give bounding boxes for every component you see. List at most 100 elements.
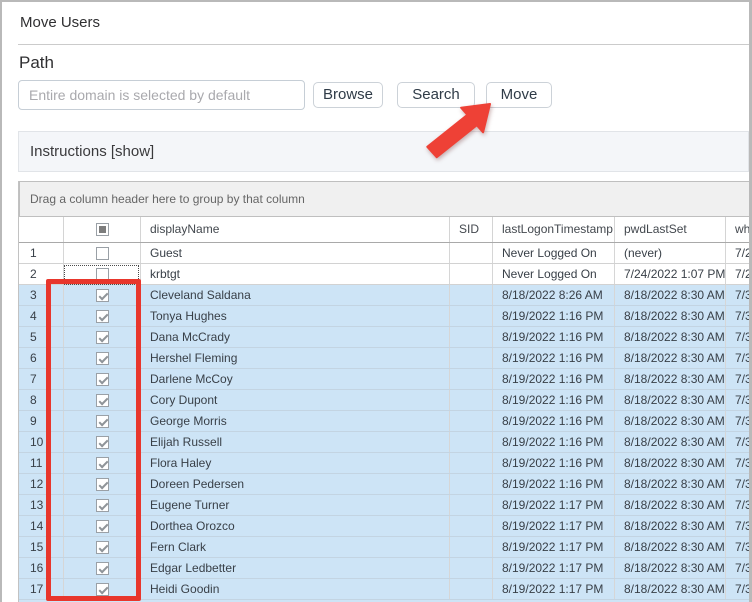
- row-checkbox[interactable]: [96, 394, 109, 407]
- cell-sid: [450, 243, 493, 263]
- row-number: 16: [19, 558, 64, 578]
- row-checkbox[interactable]: [96, 520, 109, 533]
- users-grid: Drag a column header here to group by th…: [18, 181, 752, 602]
- row-checkbox[interactable]: [96, 583, 109, 596]
- cell-lastlogon: 8/19/2022 1:17 PM: [493, 495, 615, 515]
- column-header-when[interactable]: whe: [726, 217, 752, 242]
- table-row[interactable]: 3Cleveland Saldana8/18/2022 8:26 AM8/18/…: [19, 285, 752, 306]
- cell-displayname: Heidi Goodin: [141, 579, 450, 599]
- instructions-toggle[interactable]: Instructions [show]: [18, 131, 749, 172]
- select-all-checkbox[interactable]: [96, 223, 109, 236]
- cell-lastlogon: 8/19/2022 1:17 PM: [493, 579, 615, 599]
- row-select-cell[interactable]: [64, 516, 141, 536]
- table-row[interactable]: 13Eugene Turner8/19/2022 1:17 PM8/18/202…: [19, 495, 752, 516]
- cell-lastlogon: 8/19/2022 1:16 PM: [493, 327, 615, 347]
- search-button[interactable]: Search: [397, 82, 475, 108]
- cell-lastlogon: Never Logged On: [493, 264, 615, 284]
- table-row[interactable]: 16Edgar Ledbetter8/19/2022 1:17 PM8/18/2…: [19, 558, 752, 579]
- table-row[interactable]: 8Cory Dupont8/19/2022 1:16 PM8/18/2022 8…: [19, 390, 752, 411]
- cell-pwdlastset: 8/18/2022 8:30 AM: [615, 579, 726, 599]
- table-row[interactable]: 7Darlene McCoy8/19/2022 1:16 PM8/18/2022…: [19, 369, 752, 390]
- cell-when: 7/3: [726, 495, 752, 515]
- grid-header-row: displayName SID lastLogonTimestamp pwdLa…: [19, 217, 752, 243]
- row-checkbox[interactable]: [96, 331, 109, 344]
- path-input[interactable]: [18, 80, 305, 110]
- row-checkbox[interactable]: [96, 352, 109, 365]
- cell-when: 7/3: [726, 432, 752, 452]
- move-button[interactable]: Move: [486, 82, 552, 108]
- row-checkbox[interactable]: [96, 562, 109, 575]
- table-row[interactable]: 14Dorthea Orozco8/19/2022 1:17 PM8/18/20…: [19, 516, 752, 537]
- row-select-cell[interactable]: [64, 558, 141, 578]
- column-header-displayname[interactable]: displayName: [141, 217, 450, 242]
- cell-pwdlastset: 8/18/2022 8:30 AM: [615, 327, 726, 347]
- cell-pwdlastset: 8/18/2022 8:30 AM: [615, 390, 726, 410]
- row-select-cell[interactable]: [64, 264, 141, 284]
- cell-pwdlastset: 8/18/2022 8:30 AM: [615, 411, 726, 431]
- row-select-cell[interactable]: [64, 285, 141, 305]
- row-checkbox[interactable]: [96, 436, 109, 449]
- cell-displayname: Edgar Ledbetter: [141, 558, 450, 578]
- table-row[interactable]: 17Heidi Goodin8/19/2022 1:17 PM8/18/2022…: [19, 579, 752, 600]
- table-row[interactable]: 10Elijah Russell8/19/2022 1:16 PM8/18/20…: [19, 432, 752, 453]
- cell-sid: [450, 369, 493, 389]
- group-by-panel[interactable]: Drag a column header here to group by th…: [19, 181, 752, 217]
- row-select-cell[interactable]: [64, 369, 141, 389]
- row-select-cell[interactable]: [64, 327, 141, 347]
- cell-displayname: Dana McCrady: [141, 327, 450, 347]
- row-select-cell[interactable]: [64, 537, 141, 557]
- row-checkbox[interactable]: [96, 373, 109, 386]
- cell-displayname: Cleveland Saldana: [141, 285, 450, 305]
- row-checkbox[interactable]: [96, 499, 109, 512]
- table-row[interactable]: 4Tonya Hughes8/19/2022 1:16 PM8/18/2022 …: [19, 306, 752, 327]
- cell-displayname: Dorthea Orozco: [141, 516, 450, 536]
- cell-pwdlastset: 8/18/2022 8:30 AM: [615, 453, 726, 473]
- row-checkbox[interactable]: [96, 247, 109, 260]
- cell-when: 7/3: [726, 285, 752, 305]
- row-select-cell[interactable]: [64, 495, 141, 515]
- row-number: 5: [19, 327, 64, 347]
- row-select-cell[interactable]: [64, 243, 141, 263]
- table-row[interactable]: 12Doreen Pedersen8/19/2022 1:16 PM8/18/2…: [19, 474, 752, 495]
- cell-sid: [450, 432, 493, 452]
- cell-sid: [450, 579, 493, 599]
- row-select-cell[interactable]: [64, 432, 141, 452]
- row-number: 13: [19, 495, 64, 515]
- row-checkbox[interactable]: [96, 268, 109, 281]
- row-select-cell[interactable]: [64, 348, 141, 368]
- grid-rows: 1GuestNever Logged On(never)7/22krbtgtNe…: [19, 243, 752, 602]
- row-checkbox[interactable]: [96, 415, 109, 428]
- row-checkbox[interactable]: [96, 310, 109, 323]
- cell-when: 7/3: [726, 579, 752, 599]
- title-divider: [18, 44, 749, 45]
- cell-pwdlastset: 7/24/2022 1:07 PM: [615, 264, 726, 284]
- row-select-cell[interactable]: [64, 306, 141, 326]
- table-row[interactable]: 5 Dana McCrady 8/19/2022 1:16 PM8/18/2022 …: [19, 327, 752, 348]
- table-row[interactable]: 15Fern Clark8/19/2022 1:17 PM8/18/2022 8…: [19, 537, 752, 558]
- row-checkbox[interactable]: [96, 457, 109, 470]
- row-select-cell[interactable]: [64, 474, 141, 494]
- row-checkbox[interactable]: [96, 289, 109, 302]
- row-select-cell[interactable]: [64, 579, 141, 599]
- table-row[interactable]: 1GuestNever Logged On(never)7/2: [19, 243, 752, 264]
- table-row[interactable]: 11Flora Haley8/19/2022 1:16 PM8/18/2022 …: [19, 453, 752, 474]
- row-number: 9: [19, 411, 64, 431]
- cell-displayname: Elijah Russell: [141, 432, 450, 452]
- column-header-sid[interactable]: SID: [450, 217, 493, 242]
- table-row[interactable]: 2krbtgtNever Logged On7/24/2022 1:07 PM7…: [19, 264, 752, 285]
- cell-sid: [450, 411, 493, 431]
- row-checkbox[interactable]: [96, 541, 109, 554]
- row-select-cell[interactable]: [64, 390, 141, 410]
- cell-displayname: Fern Clark: [141, 537, 450, 557]
- column-header-pwdlastset[interactable]: pwdLastSet: [615, 217, 726, 242]
- row-select-cell[interactable]: [64, 453, 141, 473]
- column-header-lastlogon[interactable]: lastLogonTimestamp: [493, 217, 615, 242]
- cell-sid: [450, 348, 493, 368]
- table-row[interactable]: 6Hershel Fleming8/19/2022 1:16 PM8/18/20…: [19, 348, 752, 369]
- cell-sid: [450, 264, 493, 284]
- row-select-cell[interactable]: [64, 411, 141, 431]
- table-row[interactable]: 9George Morris8/19/2022 1:16 PM8/18/2022…: [19, 411, 752, 432]
- cell-lastlogon: 8/19/2022 1:16 PM: [493, 474, 615, 494]
- browse-button[interactable]: Browse: [313, 82, 383, 108]
- row-checkbox[interactable]: [96, 478, 109, 491]
